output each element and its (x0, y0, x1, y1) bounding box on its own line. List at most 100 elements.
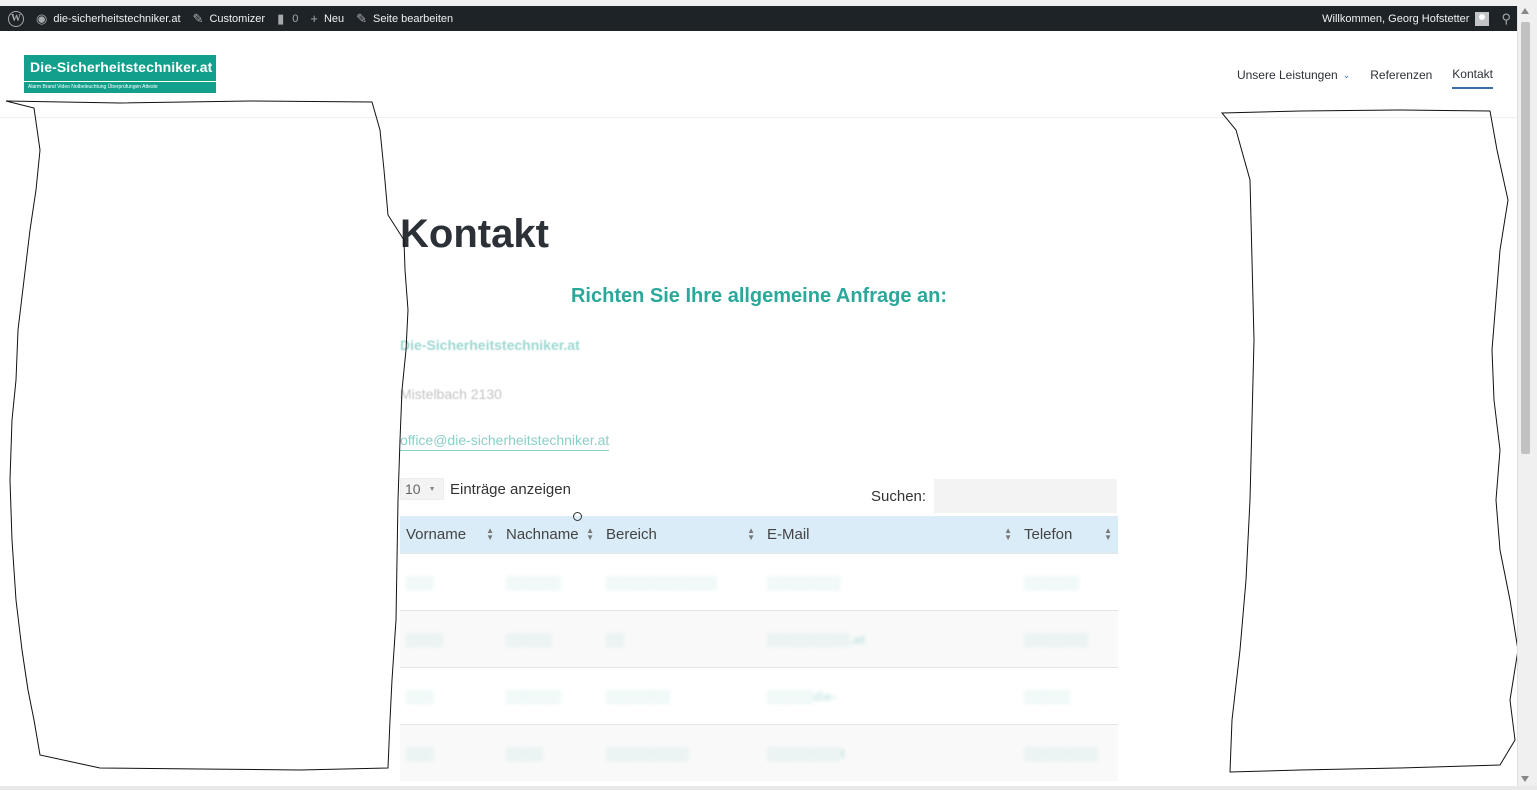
table-row: ▒▒▒ ▒▒▒▒▒▒ ▒▒▒▒▒▒▒▒▒▒▒▒ ▒▒▒▒▒▒▒▒ ▒▒▒▒▒▒ (400, 553, 1118, 611)
company-address: Mistelbach 2130 (400, 386, 502, 402)
column-header-nachname[interactable]: Nachname ▲ ▼ (500, 516, 600, 554)
dashboard-icon: ◉ (36, 11, 48, 26)
edit-page-label: Seite bearbeiten (373, 12, 454, 25)
table-row: ▒▒▒▒ ▒▒▒▒▒ ▒▒ ▒▒▒▒▒▒▒▒▒.at ▒▒▒▒▒▒▒ (400, 610, 1118, 668)
nav-item-contact[interactable]: Kontakt (1452, 67, 1493, 89)
column-header-vorname[interactable]: Vorname ▲ ▼ (400, 516, 500, 554)
table-cell: ▒▒▒▒▒▒▒▒ (1018, 724, 1118, 781)
table-cell: ▒▒▒▒▒▒ (1018, 553, 1118, 611)
column-label: E-Mail (767, 526, 810, 543)
wordpress-icon: W (8, 10, 24, 27)
cell-text: ▒▒▒▒▒▒▒ (1024, 631, 1089, 647)
table-cell: ▒▒▒▒▒▒▒ (600, 667, 761, 725)
search-label: Suchen: (871, 487, 927, 505)
table-cell[interactable]: ▒▒▒▒▒▒▒▒t (761, 724, 1018, 781)
site-name-link[interactable]: ◉ die-sicherheitstechniker.at (30, 6, 187, 31)
scrollbar-thumb[interactable] (1521, 22, 1530, 454)
site-name-label: die-sicherheitstechniker.at (53, 12, 181, 25)
nav-services-label: Unsere Leistungen (1236, 68, 1338, 82)
nav-item-references[interactable]: Referenzen (1370, 67, 1432, 89)
table-cell: ▒▒▒ (400, 553, 500, 611)
cell-text: ▒▒▒▒ (506, 745, 543, 761)
sort-icon: ▲ ▼ (747, 526, 755, 542)
table-row: ▒▒▒ ▒▒▒▒▒▒ ▒▒▒▒▒▒▒ ▒▒▒▒▒die- ▒▒▒▒▒ (400, 667, 1118, 725)
search-icon: ⚲ (1501, 11, 1511, 26)
cell-text: ▒▒▒▒▒die- (767, 688, 837, 704)
new-label: Neu (323, 12, 345, 25)
cell-text: ▒▒▒▒▒▒ (506, 688, 562, 704)
my-account-link[interactable]: Willkommen, Georg Hofstetter (1316, 6, 1495, 31)
table-cell[interactable]: ▒▒▒▒▒▒▒▒▒.at (761, 610, 1018, 668)
admin-search-button[interactable]: ⚲ (1495, 6, 1517, 31)
site-logo[interactable]: Die-Sicherheitstechniker.at Alarm Brand … (24, 55, 216, 93)
window-right-edge (1532, 0, 1537, 790)
cell-text: ▒▒▒ (406, 745, 434, 761)
column-label: Telefon (1024, 526, 1073, 543)
table-cell: ▒▒▒▒▒▒▒▒▒ (600, 724, 761, 781)
page-title: Kontakt (400, 212, 549, 256)
scroll-up-arrow-icon[interactable] (1521, 8, 1529, 14)
column-label: Vorname (406, 526, 467, 543)
entries-length-label: Einträge anzeigen (450, 480, 571, 498)
cell-text: ▒▒▒▒▒▒▒▒ (1024, 745, 1098, 761)
logo-tagline: Alarm Brand Video Notbeleuchtung Überprü… (24, 81, 216, 92)
logo-title: Die-Sicherheitstechniker.at (30, 59, 213, 75)
column-header-bereich[interactable]: Bereich ▲ ▼ (600, 516, 761, 554)
comments-count: 0 (292, 12, 299, 25)
wp-menu[interactable]: W (0, 6, 30, 31)
entries-length-select[interactable]: 10 ▼ (400, 478, 444, 500)
redaction-outline-right (1220, 109, 1519, 773)
wp-admin-bar: W ◉ die-sicherheitstechniker.at ✎ Custom… (0, 6, 1517, 31)
sort-icon: ▲ ▼ (486, 526, 494, 542)
nav-contact-label: Kontakt (1452, 67, 1493, 81)
page-scrollbar[interactable] (1517, 6, 1533, 786)
search-input[interactable] (934, 479, 1118, 513)
cell-text: ▒▒▒ (406, 688, 434, 704)
contact-subheading: Richten Sie Ihre allgemeine Anfrage an: (570, 285, 948, 307)
table-cell[interactable]: ▒▒▒▒▒▒▒▒ (761, 553, 1018, 611)
column-header-telefon[interactable]: Telefon ▲ ▼ (1018, 516, 1118, 554)
nav-references-label: Referenzen (1370, 68, 1433, 82)
entries-length-value: 10 (405, 481, 421, 497)
cell-text: ▒▒▒▒ (406, 631, 443, 647)
table-cell: ▒▒▒▒▒ (1018, 667, 1118, 725)
table-cell: ▒▒▒▒▒▒▒▒▒▒▒▒ (600, 553, 761, 611)
contacts-table: Vorname ▲ ▼ Nachname ▲ ▼ Bereich ▲ ▼ E-Mail ▲ ▼ … (400, 516, 1118, 781)
company-email-link[interactable]: office@die-sicherheitstechniker.at (400, 432, 610, 451)
cell-text: ▒▒▒▒▒▒▒▒t (767, 745, 846, 761)
brush-icon: ✎ (192, 11, 204, 26)
customizer-link[interactable]: ✎ Customizer (187, 6, 272, 31)
cell-text: ▒▒▒ (406, 574, 434, 590)
table-row: ▒▒▒ ▒▒▒▒ ▒▒▒▒▒▒▒▒▒ ▒▒▒▒▒▒▒▒t ▒▒▒▒▒▒▒▒ (400, 724, 1118, 781)
comments-link[interactable]: ▮ 0 (271, 6, 304, 31)
cell-text: ▒▒▒▒▒ (506, 631, 553, 647)
table-cell: ▒▒▒▒▒▒▒ (1018, 610, 1118, 668)
cell-text: ▒▒▒▒▒▒▒▒▒.at (767, 631, 866, 647)
table-cell: ▒▒ (600, 610, 761, 668)
scroll-down-arrow-icon[interactable] (1521, 776, 1529, 782)
nav-item-services[interactable]: Unsere Leistungen ⌄ (1237, 67, 1350, 89)
mouse-cursor (573, 512, 582, 521)
table-cell: ▒▒▒▒ (500, 724, 600, 781)
table-search: Suchen: (871, 479, 1118, 513)
sort-icon: ▲ ▼ (1004, 526, 1012, 542)
column-header-email[interactable]: E-Mail ▲ ▼ (761, 516, 1018, 554)
greeting-label: Willkommen, Georg Hofstetter (1322, 12, 1470, 25)
cell-text: ▒▒▒▒▒▒▒▒▒ (606, 745, 689, 761)
sort-icon: ▲ ▼ (1104, 526, 1112, 542)
window-bottom-edge (0, 786, 1537, 790)
table-cell: ▒▒▒▒▒ (500, 610, 600, 668)
cell-text: ▒▒ (606, 631, 625, 647)
cell-text: ▒▒▒▒▒ (1024, 688, 1071, 704)
new-content-link[interactable]: + Neu (304, 6, 350, 31)
cell-text: ▒▒▒▒▒▒ (1024, 574, 1080, 590)
table-cell: ▒▒▒ (400, 667, 500, 725)
site-header: Die-Sicherheitstechniker.at Alarm Brand … (0, 31, 1517, 118)
cell-text: ▒▒▒▒▒▒▒▒ (767, 574, 841, 590)
table-cell[interactable]: ▒▒▒▒▒die- (761, 667, 1018, 725)
cell-text: ▒▒▒▒▒▒▒▒▒▒▒▒ (606, 574, 717, 590)
edit-page-link[interactable]: ✎ Seite bearbeiten (350, 6, 459, 31)
company-name: Die-Sicherheitstechniker.at (400, 337, 580, 353)
dropdown-arrow-icon: ▼ (428, 485, 436, 493)
table-cell: ▒▒▒▒▒▒ (500, 667, 600, 725)
